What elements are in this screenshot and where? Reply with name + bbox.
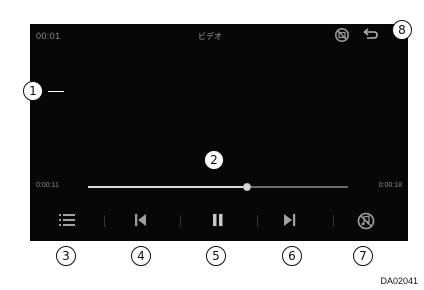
- screen-title: ビデオ: [198, 32, 222, 41]
- sound-off-icon: [357, 212, 375, 230]
- total-time: 0:00:18: [378, 182, 402, 189]
- pause-button[interactable]: [198, 206, 238, 236]
- seek-bar-fill: [88, 186, 247, 188]
- pause-icon: [213, 214, 223, 226]
- callout-3: 3: [56, 246, 76, 266]
- audio-off-button[interactable]: [346, 206, 386, 236]
- next-button[interactable]: [270, 206, 310, 236]
- divider: [104, 215, 105, 227]
- callout-7: 7: [353, 246, 373, 266]
- divider: [257, 215, 258, 227]
- playback-controls: [30, 206, 408, 236]
- callout-8: 8: [392, 20, 412, 40]
- back-arrow-icon[interactable]: [361, 27, 379, 43]
- callout-1: 1: [23, 81, 43, 101]
- callout-leader: [48, 91, 64, 92]
- divider: [333, 215, 334, 227]
- callout-2: 2: [204, 150, 224, 170]
- list-icon: [59, 214, 75, 226]
- elapsed-time-top: 00:01: [36, 31, 61, 41]
- no-display-icon[interactable]: [334, 27, 350, 43]
- skip-next-icon: [284, 214, 296, 226]
- skip-previous-icon: [135, 214, 146, 226]
- callout-4: 4: [131, 246, 151, 266]
- divider: [180, 215, 181, 227]
- video-screen: 00:01 ビデオ 0:00:11 0:00:18: [30, 24, 408, 241]
- elapsed-time: 0:00:11: [36, 182, 59, 189]
- seek-bar-thumb[interactable]: [242, 183, 251, 191]
- drawing-code: DA02041: [380, 276, 418, 286]
- previous-button[interactable]: [120, 206, 160, 236]
- seek-bar[interactable]: [88, 183, 348, 191]
- callout-6: 6: [282, 246, 302, 266]
- callout-5: 5: [206, 246, 226, 266]
- list-button[interactable]: [46, 206, 86, 236]
- seek-bar-row: 0:00:11 0:00:18: [30, 179, 408, 195]
